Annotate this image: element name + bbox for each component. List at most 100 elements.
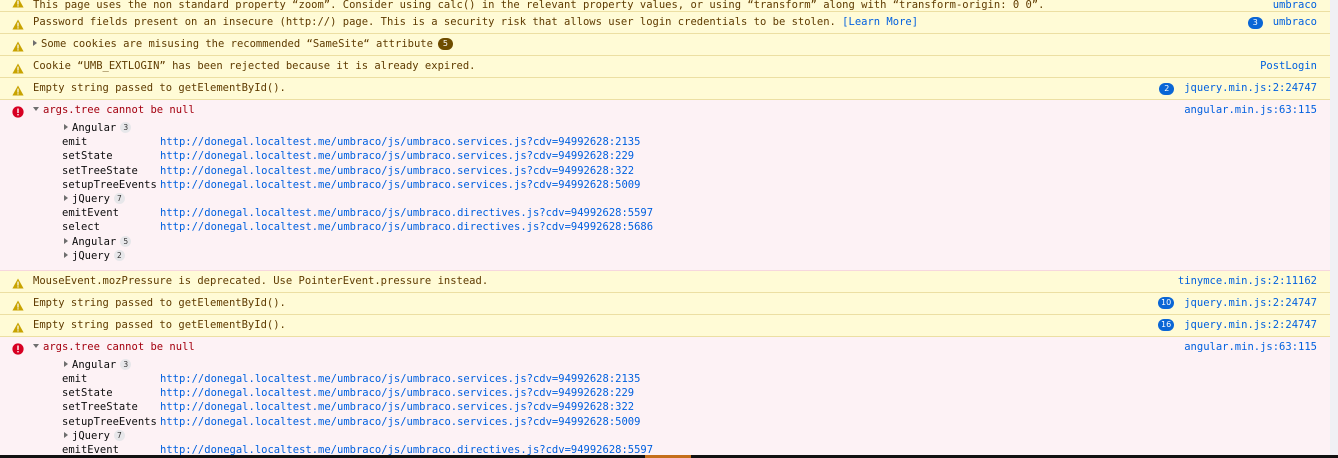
message-text: args.tree cannot be null (43, 340, 195, 353)
disclosure-triangle-icon[interactable] (64, 237, 68, 244)
source-link[interactable]: umbraco (1273, 12, 1317, 33)
repeat-count-badge: 3 (1247, 16, 1263, 29)
stack-frame[interactable]: jQuery 2 (62, 249, 1330, 263)
frame-source-link[interactable]: http://donegal.localtest.me/umbraco/js/u… (160, 136, 640, 148)
console-output: This page uses the non standard property… (0, 0, 1330, 455)
warning-icon (12, 0, 24, 8)
frame-group[interactable]: Angular 3 (64, 358, 132, 371)
stack-frame: emitEvent http://donegal.localtest.me/umb… (62, 206, 1330, 220)
warning-message-row[interactable]: Cookie “UMB_EXTLOGIN” has been rejected … (0, 56, 1330, 78)
frame-function: setState (62, 150, 113, 163)
message-meta: 3 umbraco (1247, 12, 1317, 33)
frame-source-link[interactable]: http://donegal.localtest.me/umbraco/js/u… (160, 373, 640, 385)
frame-group-name: jQuery (72, 192, 110, 205)
message-meta: tinymce.min.js:2:11162 (1178, 271, 1317, 292)
vertical-scrollbar[interactable] (1330, 0, 1338, 455)
frame-source-link[interactable]: http://donegal.localtest.me/umbraco/js/u… (160, 150, 634, 162)
stack-frame: select http://donegal.localtest.me/umbrac… (62, 220, 1330, 234)
warning-message-row[interactable]: Password fields present on an insecure (… (0, 12, 1330, 34)
frame-group[interactable]: jQuery 7 (64, 192, 125, 205)
source-link[interactable]: angular.min.js:63:115 (1184, 100, 1317, 121)
warning-message-row[interactable]: Empty string passed to getElementById().… (0, 78, 1330, 100)
message-text: Empty string passed to getElementById(). (33, 318, 286, 331)
warning-message-row[interactable]: This page uses the non standard property… (0, 0, 1330, 12)
error-message-row[interactable]: args.tree cannot be null angular.min.js:6… (0, 100, 1330, 271)
frame-group-count: 7 (113, 192, 125, 204)
warning-message-row[interactable]: Empty string passed to getElementById().… (0, 292, 1330, 315)
message-header: Cookie “UMB_EXTLOGIN” has been rejected … (0, 56, 1330, 77)
warning-icon (12, 61, 24, 74)
group-count-badge: 5 (437, 38, 453, 50)
message-text: args.tree cannot be null (43, 104, 195, 116)
source-link[interactable]: umbraco (1273, 0, 1317, 11)
stack-frame: emit http://donegal.localtest.me/umbraco/… (62, 135, 1330, 149)
frame-source-link[interactable]: http://donegal.localtest.me/umbraco/js/u… (160, 401, 634, 413)
error-icon (12, 105, 24, 118)
message-text: Cookie “UMB_EXTLOGIN” has been rejected … (33, 60, 476, 72)
learn-more-link[interactable]: [Learn More] (842, 16, 918, 28)
source-link[interactable]: jquery.min.js:2:24747 (1184, 293, 1317, 314)
warning-icon (12, 276, 24, 289)
stack-trace: Angular 3 emit http://donegal.localtest.me/… (0, 121, 1330, 270)
stack-frame[interactable]: Angular 3 (62, 358, 1330, 372)
frame-source-link[interactable]: http://donegal.localtest.me/umbraco/js/u… (160, 416, 640, 428)
frame-group[interactable]: Angular 3 (64, 122, 132, 134)
frame-group-name: Angular (72, 358, 117, 371)
frame-source-link[interactable]: http://donegal.localtest.me/umbraco/js/u… (160, 221, 653, 233)
message-meta: umbraco (1273, 0, 1317, 11)
source-link[interactable]: jquery.min.js:2:24747 (1184, 78, 1317, 99)
disclosure-triangle-icon[interactable] (64, 194, 68, 201)
disclosure-triangle-icon[interactable] (64, 431, 68, 438)
error-message-row[interactable]: args.tree cannot be null angular.min.js:6… (0, 336, 1330, 455)
message-header: Password fields present on an insecure (… (0, 12, 1330, 33)
disclosure-triangle-icon[interactable] (33, 107, 39, 111)
frame-source-link[interactable]: http://donegal.localtest.me/umbraco/js/u… (160, 179, 640, 191)
message-text: Some cookies are misusing the recommende… (41, 38, 433, 50)
frame-group[interactable]: jQuery 2 (64, 249, 125, 262)
stack-frame[interactable]: Angular 3 (62, 121, 1330, 135)
source-link[interactable]: tinymce.min.js:2:11162 (1178, 271, 1317, 292)
frame-source-link[interactable]: http://donegal.localtest.me/umbraco/js/u… (160, 207, 653, 219)
frame-source-link[interactable]: http://donegal.localtest.me/umbraco/js/u… (160, 165, 634, 177)
frame-group[interactable]: Angular 5 (64, 235, 132, 248)
frame-group[interactable]: jQuery 7 (64, 429, 125, 442)
stack-frame[interactable]: jQuery 7 (62, 429, 1330, 443)
error-icon (12, 342, 24, 355)
stack-frame[interactable]: Angular 5 (62, 235, 1330, 249)
warning-icon (12, 320, 24, 333)
frame-source-link[interactable]: http://donegal.localtest.me/umbraco/js/u… (160, 387, 634, 399)
source-link[interactable]: angular.min.js:63:115 (1184, 337, 1317, 358)
source-link[interactable]: PostLogin (1260, 56, 1317, 77)
warning-icon (12, 298, 24, 311)
stack-frame: setState http://donegal.localtest.me/umbr… (62, 149, 1330, 163)
disclosure-triangle-icon[interactable] (64, 360, 68, 367)
message-meta: angular.min.js:63:115 (1184, 100, 1317, 121)
message-header: args.tree cannot be null angular.min.js:6… (0, 100, 1330, 121)
message-header: Empty string passed to getElementById().… (0, 315, 1330, 336)
stack-frame: setTreeState http://donegal.localtest.me/… (62, 164, 1330, 178)
frame-function: emitEvent (62, 444, 119, 455)
frame-source-link[interactable]: http://donegal.localtest.me/umbraco/js/u… (160, 444, 653, 455)
message-header: MouseEvent.mozPressure is deprecated. Us… (0, 271, 1330, 292)
source-link[interactable]: jquery.min.js:2:24747 (1184, 315, 1317, 336)
stack-frame: setupTreeEvents http://donegal.localtest.… (62, 178, 1330, 192)
disclosure-triangle-icon[interactable] (33, 40, 37, 46)
warning-message-row[interactable]: MouseEvent.mozPressure is deprecated. Us… (0, 270, 1330, 293)
warning-message-row[interactable]: Empty string passed to getElementById().… (0, 314, 1330, 337)
warning-message-row[interactable]: Some cookies are misusing the recommende… (0, 34, 1330, 56)
message-text: Empty string passed to getElementById(). (33, 296, 286, 309)
message-header: Some cookies are misusing the recommende… (0, 34, 1330, 55)
disclosure-triangle-icon[interactable] (64, 251, 68, 258)
frame-function: setupTreeEvents (62, 178, 157, 191)
stack-frame: setTreeState http://donegal.localtest.me/… (62, 400, 1330, 414)
stack-frame: emitEvent http://donegal.localtest.me/umb… (62, 443, 1330, 455)
warning-icon (12, 39, 24, 52)
stack-frame[interactable]: jQuery 7 (62, 192, 1330, 206)
disclosure-triangle-icon[interactable] (64, 124, 68, 130)
repeat-count-badge: 16 (1158, 319, 1175, 332)
frame-function: emit (62, 373, 88, 386)
message-header: This page uses the non standard property… (0, 0, 1330, 11)
message-meta: PostLogin (1260, 56, 1317, 77)
disclosure-triangle-icon[interactable] (33, 343, 39, 348)
frame-group-name: Angular (72, 122, 117, 134)
